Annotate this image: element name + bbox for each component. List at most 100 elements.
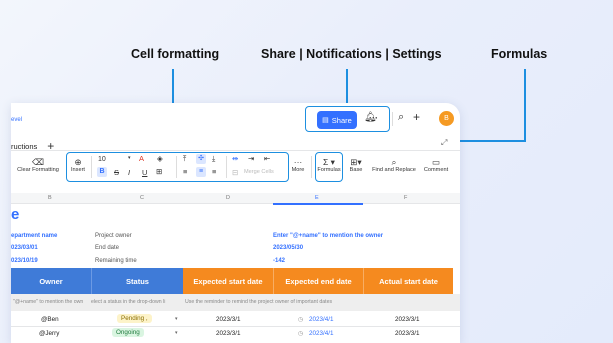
borders-icon[interactable]: ⊞ xyxy=(156,168,162,176)
align-left-icon[interactable]: ≡ xyxy=(183,168,187,176)
column-header[interactable]: F xyxy=(404,195,407,201)
merge-cells-icon: ⊟ xyxy=(232,168,239,177)
base-label: Base xyxy=(349,167,363,173)
info-value[interactable]: Enter "@+name" to mention the owner xyxy=(273,233,383,239)
header-label: Status xyxy=(126,276,149,286)
bold-button[interactable]: B xyxy=(97,167,107,177)
divider xyxy=(91,156,92,178)
callout-share-notifications-settings: Share | Notifications | Settings xyxy=(261,47,442,61)
column-header[interactable]: B xyxy=(48,195,52,201)
info-value[interactable]: epartment name xyxy=(11,233,57,239)
font-color-icon[interactable]: A xyxy=(139,155,144,163)
header-expected-end[interactable]: Expected end date xyxy=(273,268,363,294)
info-value[interactable]: -142 xyxy=(273,258,285,264)
info-value[interactable]: 023/03/01 xyxy=(11,245,38,251)
column-header-row: B C D E F xyxy=(11,193,460,204)
header-label: Actual start date xyxy=(379,276,438,286)
font-size-select[interactable]: 10 xyxy=(98,156,106,163)
clear-formatting-label: Clear Formatting xyxy=(17,167,59,173)
column-header[interactable]: D xyxy=(226,195,230,201)
clip-icon[interactable]: ⇤ xyxy=(264,155,270,163)
search-icon[interactable]: ⌕ xyxy=(398,112,404,123)
owner-cell[interactable]: @Ben xyxy=(41,316,59,323)
breadcrumb[interactable]: evel xyxy=(11,117,22,123)
find-replace-button[interactable]: ⌕ Find and Replace xyxy=(371,157,417,173)
clear-formatting-button[interactable]: ⌫ Clear Formatting xyxy=(13,157,63,173)
divider xyxy=(392,112,393,126)
callout-line-share xyxy=(346,69,348,106)
chevron-down-icon[interactable]: ▾ xyxy=(175,316,178,322)
status-badge[interactable]: Ongoing xyxy=(112,328,144,337)
chevron-down-icon[interactable]: ▾ xyxy=(175,330,178,336)
sheet-title[interactable]: e xyxy=(11,206,19,223)
header-status[interactable]: Status xyxy=(91,268,183,294)
italic-icon[interactable]: I xyxy=(128,169,130,177)
more-label: More xyxy=(291,167,305,173)
fill-color-icon[interactable]: ◈ xyxy=(157,155,163,163)
align-bottom-icon[interactable]: ⤓ xyxy=(212,155,215,163)
insert-label: Insert xyxy=(71,167,85,173)
more-icon[interactable]: ··· xyxy=(369,114,378,123)
actual-cell[interactable]: 2023/3/1 xyxy=(395,330,420,337)
divider xyxy=(176,156,177,178)
hint-text[interactable]: Use the reminder to remind the project o… xyxy=(185,299,332,305)
ellipsis-icon: ··· xyxy=(293,157,303,167)
underline-icon[interactable]: U xyxy=(142,169,147,177)
info-label[interactable]: End date xyxy=(95,245,119,251)
selected-column-marker xyxy=(273,203,363,205)
find-replace-icon: ⌕ xyxy=(391,157,397,167)
base-icon: ⊞▾ xyxy=(350,157,362,167)
status-badge[interactable]: Pending , xyxy=(117,314,152,323)
avatar[interactable]: B xyxy=(439,111,454,126)
sigma-icon: Σ ▾ xyxy=(323,157,335,167)
expand-icon[interactable]: ⤢ xyxy=(441,139,447,147)
info-label[interactable]: Project owner xyxy=(95,233,132,239)
header-expected-start[interactable]: Expected start date xyxy=(183,268,273,294)
insert-icon: ⊕ xyxy=(74,157,82,167)
comment-label: Comment xyxy=(423,167,449,173)
merge-cells-label[interactable]: Merge Cells xyxy=(244,169,274,176)
end-cell[interactable]: 2023/4/1 xyxy=(309,316,334,323)
divider xyxy=(311,156,312,178)
insert-button[interactable]: ⊕ Insert xyxy=(68,157,88,173)
overflow-icon[interactable]: ⇥ xyxy=(248,155,254,163)
start-cell[interactable]: 2023/3/1 xyxy=(216,316,241,323)
base-button[interactable]: ⊞▾ Base xyxy=(346,157,366,173)
callout-cell-formatting: Cell formatting xyxy=(131,47,220,61)
align-right-icon[interactable]: ≡ xyxy=(212,168,216,176)
find-replace-label: Find and Replace xyxy=(372,167,416,173)
info-value[interactable]: 2023/05/30 xyxy=(273,245,303,251)
formulas-label: Formulas xyxy=(317,167,341,173)
end-cell[interactable]: 2023/4/1 xyxy=(309,330,334,337)
comment-button[interactable]: ▭ Comment xyxy=(421,157,451,173)
wrap-text-icon[interactable]: ⇹ xyxy=(232,155,238,163)
row-divider xyxy=(11,326,460,327)
strikethrough-icon[interactable]: S xyxy=(114,169,119,177)
header-actual-start[interactable]: Actual start date xyxy=(363,268,453,294)
add-icon[interactable]: + xyxy=(413,111,420,123)
align-center-button[interactable]: ≡ xyxy=(196,167,206,177)
column-header[interactable]: E xyxy=(315,195,319,201)
divider xyxy=(226,156,227,178)
owner-cell[interactable]: @Jerry xyxy=(39,330,59,337)
callout-formulas: Formulas xyxy=(491,47,548,61)
more-button[interactable]: ··· More xyxy=(288,157,308,173)
info-value[interactable]: 023/10/19 xyxy=(11,258,38,264)
header-owner[interactable]: Owner xyxy=(11,268,91,294)
callout-line-formulas-v xyxy=(524,69,526,141)
actual-cell[interactable]: 2023/3/1 xyxy=(395,316,420,323)
formulas-button[interactable]: Σ ▾ Formulas xyxy=(316,157,342,173)
column-header[interactable]: C xyxy=(140,195,144,201)
start-cell[interactable]: 2023/3/1 xyxy=(216,330,241,337)
clock-icon: ◷ xyxy=(298,317,304,323)
hint-text[interactable]: elect a status in the drop-down li xyxy=(91,299,183,305)
info-label[interactable]: Remaining time xyxy=(95,258,137,264)
spreadsheet-window: evel ▤ Share 🔔︎ ··· ⌕ + B ⤢ ructions + ⌫… xyxy=(11,103,460,343)
avatar-initial: B xyxy=(444,115,449,122)
align-top-icon[interactable]: ⤒ xyxy=(183,155,186,163)
hint-text[interactable]: "@+name" to mention the own xyxy=(13,299,83,305)
align-middle-button[interactable]: ✣ xyxy=(196,154,206,164)
font-size-chevron-icon[interactable]: ▾ xyxy=(128,156,131,161)
header-label: Expected start date xyxy=(193,276,263,286)
header-label: Expected end date xyxy=(285,276,352,286)
